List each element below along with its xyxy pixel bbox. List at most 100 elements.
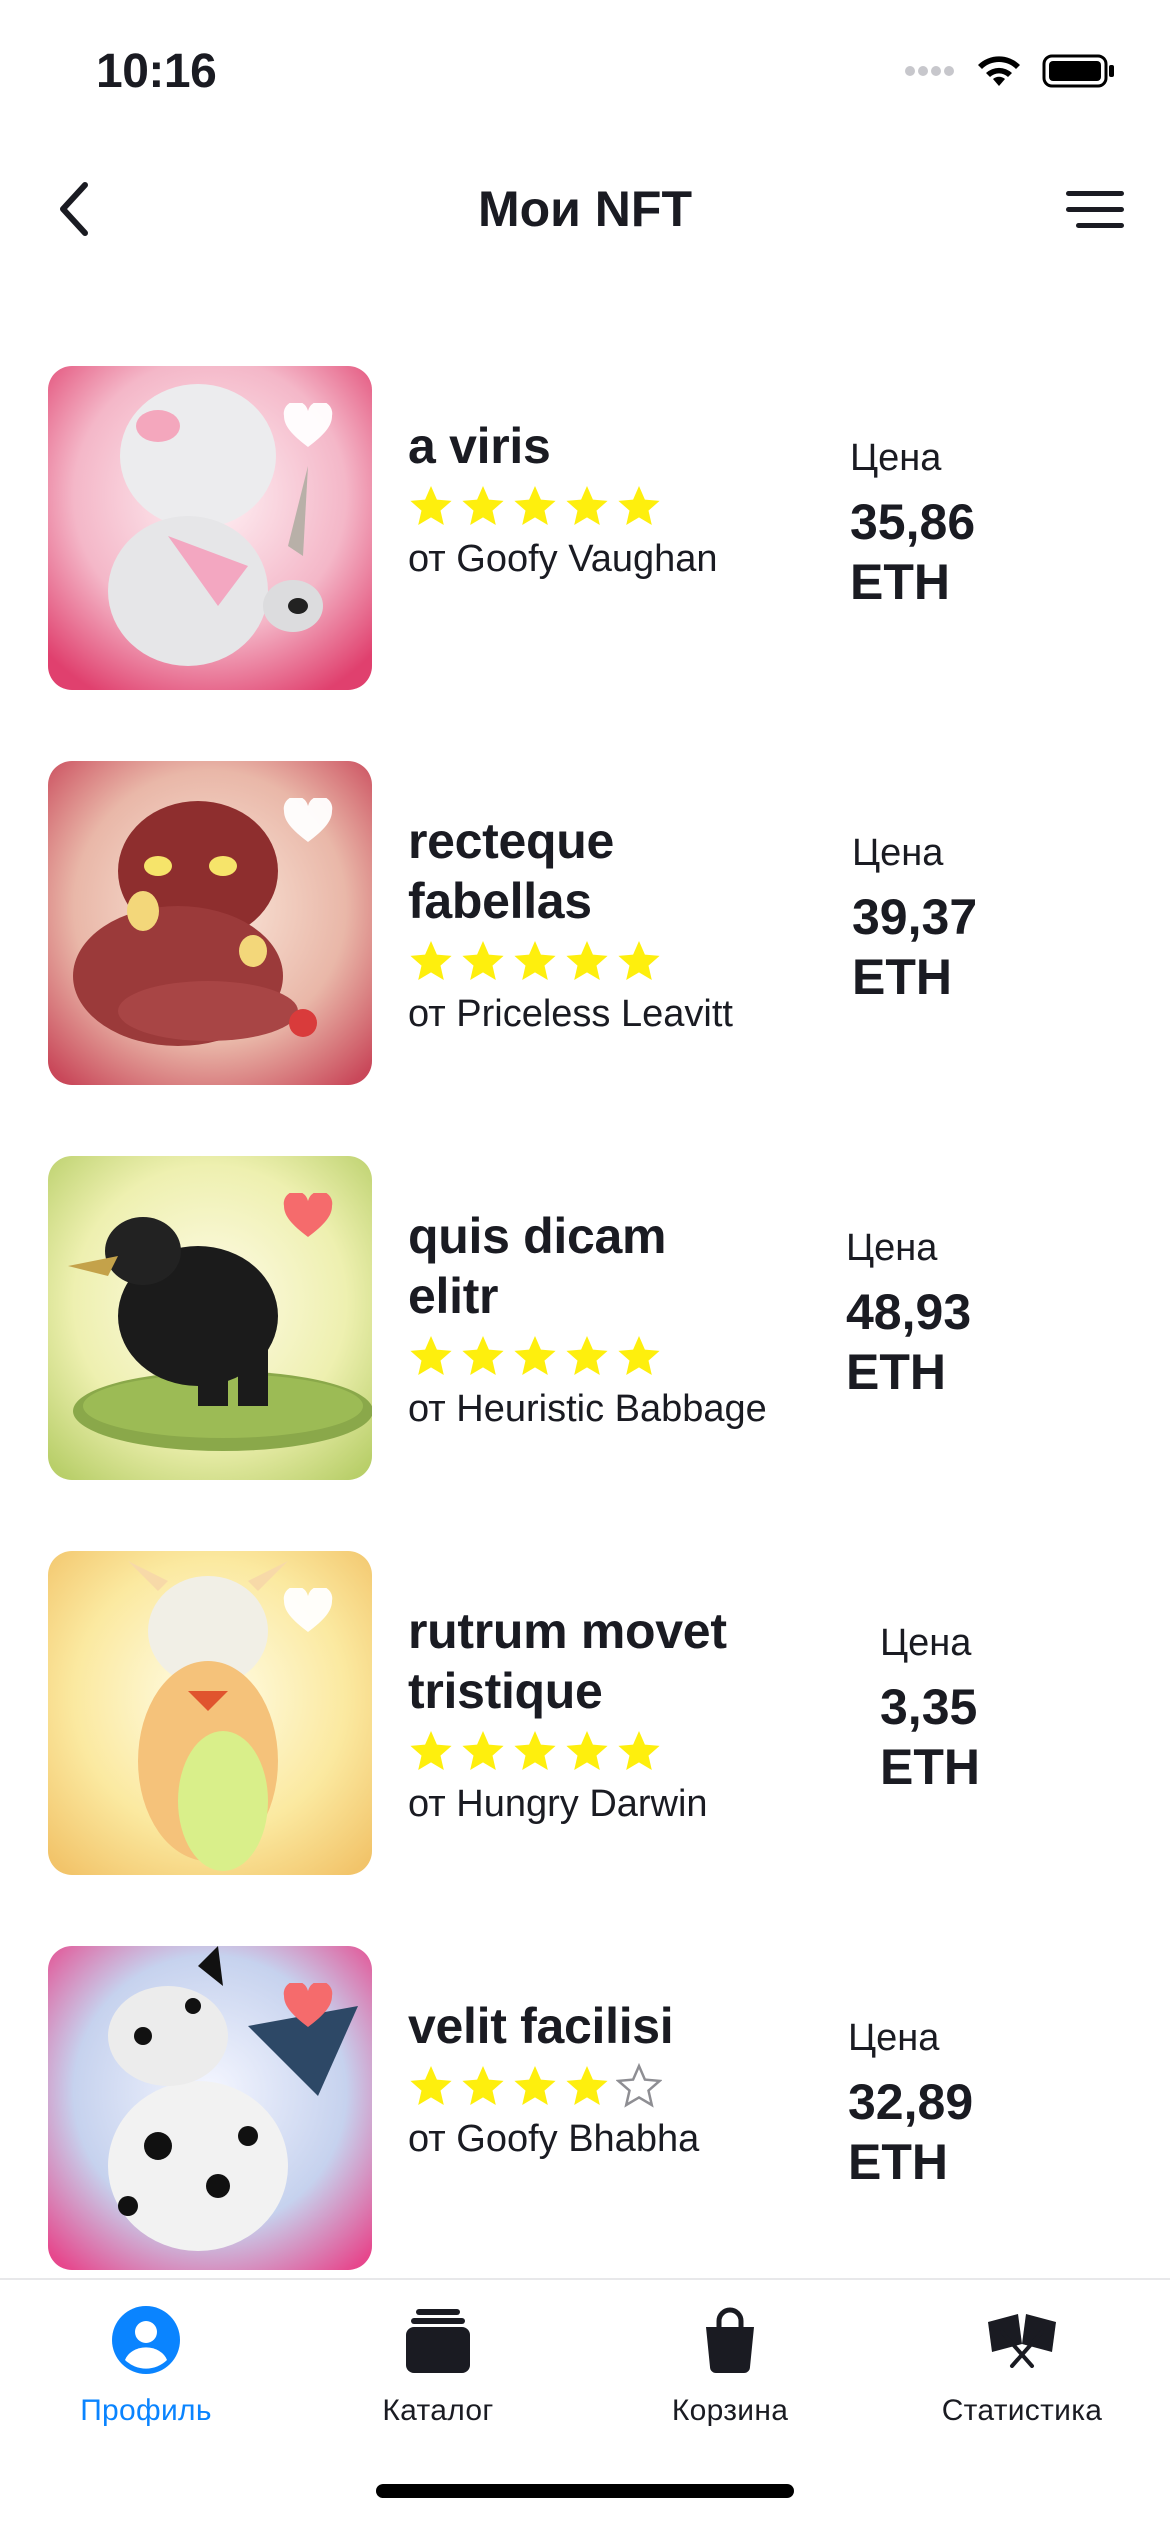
star-filled-icon	[462, 941, 504, 980]
like-button[interactable]	[276, 1581, 340, 1641]
star-filled-icon	[618, 486, 660, 525]
star-filled-icon	[566, 1336, 608, 1375]
nft-row[interactable]: recteque fabellas от Priceless Leavitt Ц…	[0, 761, 1170, 1156]
page-title: Мои NFT	[477, 181, 692, 237]
nft-name: a viris	[408, 418, 551, 474]
like-button[interactable]	[276, 791, 340, 851]
tab-label: Каталог	[382, 2394, 494, 2427]
star-filled-icon	[462, 2066, 504, 2105]
tab-cart[interactable]: Корзина	[600, 2300, 860, 2450]
nft-image	[48, 1946, 372, 2270]
star-filled-icon	[514, 2066, 556, 2105]
star-filled-icon	[410, 2066, 452, 2105]
nft-image	[48, 1156, 372, 1480]
nft-name: rutrum movet tristique	[408, 1603, 727, 1719]
nft-image	[48, 761, 372, 1085]
rating	[408, 482, 768, 530]
star-filled-icon	[462, 486, 504, 525]
star-filled-icon	[514, 941, 556, 980]
like-button[interactable]	[276, 1186, 340, 1246]
nft-name: quis dicam elitr	[408, 1208, 667, 1324]
statistics-icon	[988, 2314, 1056, 2368]
star-filled-icon	[462, 1731, 504, 1770]
sort-button[interactable]	[1060, 180, 1130, 240]
nft-image	[48, 1551, 372, 1875]
nft-author: от Goofy Bhabha	[408, 2118, 700, 2160]
nft-name: recteque fabellas	[408, 813, 615, 929]
star-filled-icon	[410, 1731, 452, 1770]
price-value: 48,93 ETH	[846, 1284, 972, 1400]
battery-icon	[1042, 54, 1114, 88]
tab-label: Корзина	[671, 2394, 789, 2427]
heart-icon	[283, 403, 333, 447]
nft-row[interactable]: rutrum movet tristique от Hungry Darwin …	[0, 1551, 1170, 1946]
price-value: 35,86 ETH	[850, 494, 976, 610]
price-label: Цена	[848, 2017, 940, 2059]
price-block: Цена 3,35 ETH	[880, 1619, 1020, 1797]
star-filled-icon	[514, 1336, 556, 1375]
nft-row[interactable]: quis dicam elitr от Heuristic Babbage Це…	[0, 1156, 1170, 1551]
rating	[408, 1727, 808, 1775]
price-block: Цена 35,86 ETH	[850, 434, 1030, 612]
heart-icon	[283, 1588, 333, 1632]
price-block: Цена 48,93 ETH	[846, 1224, 1026, 1402]
rating	[408, 1332, 768, 1380]
tab-label: Профиль	[80, 2394, 212, 2427]
star-filled-icon	[410, 1336, 452, 1375]
price-value: 39,37 ETH	[852, 889, 978, 1005]
star-filled-icon	[618, 1731, 660, 1770]
status-bar: 10:16	[0, 0, 1170, 150]
heart-icon	[283, 798, 333, 842]
heart-icon	[283, 1193, 333, 1237]
star-filled-icon	[410, 941, 452, 980]
price-label: Цена	[880, 1622, 972, 1664]
nft-author: от Heuristic Babbage	[408, 1388, 767, 1430]
star-filled-icon	[410, 486, 452, 525]
catalog-icon	[406, 2309, 470, 2373]
nft-info: a viris от Goofy Vaughan	[408, 416, 768, 583]
nft-author: от Hungry Darwin	[408, 1783, 708, 1825]
price-block: Цена 39,37 ETH	[852, 829, 1032, 1007]
star-filled-icon	[514, 486, 556, 525]
status-icons	[904, 52, 1116, 90]
profile-icon	[112, 2306, 180, 2374]
nft-info: quis dicam elitr от Heuristic Babbage	[408, 1206, 768, 1433]
status-time: 10:16	[96, 45, 217, 98]
star-filled-icon	[566, 2066, 608, 2105]
star-empty-icon	[616, 2063, 662, 2108]
nft-name: velit facilisi	[408, 1998, 674, 2054]
like-button[interactable]	[276, 1976, 340, 2036]
like-button[interactable]	[276, 396, 340, 456]
price-label: Цена	[852, 832, 944, 874]
tab-label: Статистика	[941, 2394, 1103, 2427]
nft-info: velit facilisi от Goofy Bhabha	[408, 1996, 768, 2163]
star-filled-icon	[618, 941, 660, 980]
nft-info: recteque fabellas от Priceless Leavitt	[408, 811, 768, 1038]
tab-profile[interactable]: Профиль	[16, 2300, 276, 2450]
nft-author: от Priceless Leavitt	[408, 993, 733, 1035]
star-filled-icon	[566, 486, 608, 525]
nft-author: от Goofy Vaughan	[408, 538, 718, 580]
star-filled-icon	[618, 1336, 660, 1375]
wifi-icon	[978, 56, 1020, 86]
nft-row[interactable]: a viris от Goofy Vaughan Цена 35,86 ETH	[0, 366, 1170, 761]
star-filled-icon	[566, 941, 608, 980]
nft-image	[48, 366, 372, 690]
nft-info: rutrum movet tristique от Hungry Darwin	[408, 1601, 808, 1828]
price-label: Цена	[846, 1227, 938, 1269]
heart-icon	[283, 1983, 333, 2027]
star-filled-icon	[566, 1731, 608, 1770]
star-filled-icon	[514, 1731, 556, 1770]
sort-icon	[1066, 191, 1124, 228]
price-value: 32,89 ETH	[848, 2074, 974, 2190]
price-value: 3,35 ETH	[880, 1679, 980, 1795]
cart-icon	[706, 2307, 754, 2373]
nft-list: a viris от Goofy Vaughan Цена 35,86 ETH	[0, 366, 1170, 2341]
tab-statistics[interactable]: Статистика	[892, 2300, 1152, 2450]
price-block: Цена 32,89 ETH	[848, 2014, 1028, 2192]
star-filled-icon	[462, 1336, 504, 1375]
price-label: Цена	[850, 437, 942, 479]
tab-catalog[interactable]: Каталог	[308, 2300, 568, 2450]
home-indicator	[376, 2484, 794, 2498]
rating	[408, 2062, 768, 2110]
